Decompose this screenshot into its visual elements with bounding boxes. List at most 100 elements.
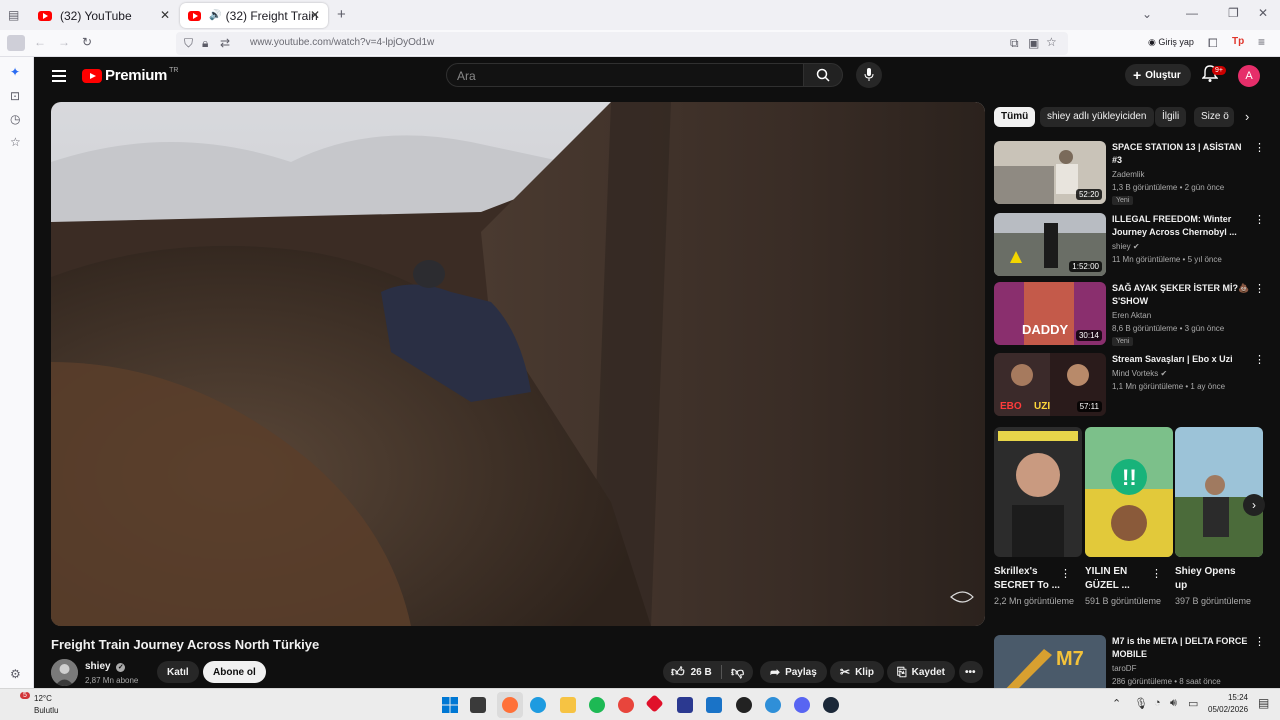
battery-icon[interactable]: ▭ bbox=[1188, 697, 1198, 710]
speaker-tray-icon[interactable]: 🔊︎ bbox=[1170, 697, 1177, 710]
thumbnail[interactable]: EBO UZI 57:11 bbox=[994, 353, 1106, 416]
video-title[interactable]: M7 is the META | DELTA FORCE MOBILE bbox=[1112, 635, 1250, 661]
bookmarks-icon[interactable]: ☆ bbox=[10, 135, 21, 149]
list-item[interactable]: M7 M7 is the META | DELTA FORCE MOBILE t… bbox=[994, 635, 1265, 688]
channel-name[interactable]: shiey bbox=[85, 661, 111, 672]
new-tab-button[interactable]: + bbox=[337, 6, 346, 23]
speaker-icon[interactable]: 🔊 bbox=[209, 10, 221, 21]
close-tab-icon[interactable]: ✕ bbox=[310, 8, 320, 22]
avatar[interactable]: A bbox=[1238, 65, 1260, 87]
windows-start-icon[interactable] bbox=[442, 697, 458, 713]
account-button[interactable]: ◉ Giriş yap bbox=[1148, 37, 1194, 48]
edge-icon[interactable] bbox=[530, 697, 546, 713]
more-vert-icon[interactable]: ⋮ bbox=[1254, 213, 1265, 226]
extensions-icon[interactable]: ⧠ bbox=[1208, 36, 1218, 51]
short-title[interactable]: YILIN EN GÜZEL ... bbox=[1085, 565, 1159, 593]
chip-all[interactable]: Tümü bbox=[994, 107, 1036, 127]
history-icon[interactable]: ◷ bbox=[10, 112, 20, 126]
chevron-right-icon[interactable]: › bbox=[1238, 107, 1256, 127]
chrome-icon[interactable] bbox=[618, 697, 634, 713]
tab-list-icon[interactable]: ▤ bbox=[8, 8, 19, 22]
short-item[interactable]: Skrillex's SECRET To ... 2,2 Mn görüntül… bbox=[994, 427, 1082, 608]
channel-name[interactable]: shiey bbox=[1112, 242, 1131, 251]
thumbnail[interactable]: 1:52:00 bbox=[994, 213, 1106, 276]
bookmark-star-icon[interactable]: ☆ bbox=[1046, 35, 1057, 49]
thumbnail[interactable]: M7 bbox=[994, 635, 1106, 688]
thumbnail[interactable]: DADDY 30:14 bbox=[994, 282, 1106, 345]
hamburger-menu-icon[interactable] bbox=[52, 70, 66, 85]
video-title[interactable]: ILLEGAL FREEDOM: Winter Journey Across C… bbox=[1112, 213, 1250, 239]
subscribe-button[interactable]: Abone ol bbox=[203, 661, 266, 683]
file-explorer-icon[interactable] bbox=[560, 697, 576, 713]
list-item[interactable]: 52:20 SPACE STATION 13 | ASİSTAN #3 Zade… bbox=[994, 141, 1265, 205]
channel-name[interactable]: taroDF bbox=[1112, 664, 1136, 673]
app-red-icon[interactable] bbox=[645, 694, 664, 713]
more-vert-icon[interactable]: ⋮ bbox=[1254, 353, 1265, 366]
shorts-next-button[interactable]: › bbox=[1243, 494, 1265, 516]
minimize-icon[interactable]: — bbox=[1186, 6, 1198, 20]
synced-tabs-icon[interactable]: ⊡ bbox=[10, 89, 20, 103]
wifi-icon[interactable]: ◔ bbox=[1154, 697, 1161, 709]
reload-icon[interactable]: ↻ bbox=[82, 35, 92, 49]
tab-youtube[interactable]: (32) YouTube ✕ bbox=[30, 3, 178, 28]
short-thumbnail[interactable] bbox=[1175, 427, 1263, 557]
app-wave-icon[interactable] bbox=[706, 697, 722, 713]
thumbnail[interactable]: 52:20 bbox=[994, 141, 1106, 204]
forward-icon[interactable]: → bbox=[58, 35, 70, 49]
shield-icon[interactable]: ⛉ bbox=[184, 36, 193, 51]
reader-view-icon[interactable]: ▣ bbox=[1028, 36, 1039, 50]
lock-icon[interactable]: 🔒︎ bbox=[202, 36, 208, 51]
channel-name-row[interactable]: Mind Vorteks ✔ bbox=[1112, 369, 1167, 378]
channel-name[interactable]: Mind Vorteks bbox=[1112, 369, 1158, 378]
steam-icon[interactable] bbox=[823, 697, 839, 713]
short-thumbnail[interactable] bbox=[994, 427, 1082, 557]
short-thumbnail[interactable]: !! bbox=[1085, 427, 1173, 557]
create-button[interactable]: + Oluştur bbox=[1125, 64, 1191, 86]
search-input[interactable]: Ara bbox=[446, 63, 804, 87]
share-button[interactable]: ➦ Paylaş bbox=[760, 661, 827, 683]
app-gear-icon[interactable] bbox=[765, 697, 781, 713]
video-title[interactable]: SAĞ AYAK ŞEKER İSTER Mİ?💩 S'SHOW bbox=[1112, 282, 1250, 308]
task-view-icon[interactable] bbox=[470, 697, 486, 713]
short-item[interactable]: Shiey Opens up 397 B görüntüleme bbox=[1175, 427, 1263, 608]
extension-tp-icon[interactable]: Tp bbox=[1232, 36, 1244, 47]
search-button[interactable] bbox=[803, 63, 843, 87]
chip-from-uploader[interactable]: shiey adlı yükleyiciden bbox=[1040, 107, 1154, 127]
channel-name[interactable]: Eren Aktan bbox=[1112, 311, 1151, 320]
more-vert-icon[interactable]: ⋮ bbox=[1254, 282, 1265, 295]
app-blue-icon[interactable] bbox=[677, 697, 693, 713]
like-button[interactable]: 👍︎ 26 B bbox=[663, 664, 721, 680]
ai-sparkle-icon[interactable]: ✦ bbox=[10, 65, 20, 79]
back-icon[interactable]: ← bbox=[34, 35, 46, 49]
chevron-up-icon[interactable]: ⌃ bbox=[1112, 697, 1121, 710]
close-tab-icon[interactable]: ✕ bbox=[160, 8, 170, 22]
list-item[interactable]: 1:52:00 ILLEGAL FREEDOM: Winter Journey … bbox=[994, 213, 1265, 277]
save-button[interactable]: ⎘ Kaydet bbox=[887, 661, 955, 683]
notification-center-icon[interactable]: ▤ bbox=[1258, 696, 1269, 710]
weather-widget[interactable]: 5 12°C Bulutlu bbox=[6, 692, 76, 718]
app-dark-icon[interactable] bbox=[736, 697, 752, 713]
picture-in-picture-icon[interactable]: ⧉ bbox=[1010, 36, 1019, 51]
discord-icon[interactable] bbox=[794, 697, 810, 713]
url-text[interactable]: www.youtube.com/watch?v=4-lpjOyOd1w bbox=[250, 37, 434, 48]
maximize-icon[interactable]: ❐ bbox=[1228, 6, 1239, 20]
voice-search-button[interactable] bbox=[856, 62, 882, 88]
chip-related[interactable]: İlgili bbox=[1155, 107, 1187, 127]
dislike-button[interactable]: 👎︎ bbox=[722, 664, 744, 680]
join-button[interactable]: Katıl bbox=[157, 661, 199, 683]
chip-for-you[interactable]: Size ö bbox=[1194, 107, 1234, 127]
more-vert-icon[interactable]: ⋮ bbox=[1151, 567, 1162, 580]
clock[interactable]: 15:24 05/02/2026 bbox=[1208, 693, 1248, 714]
close-window-icon[interactable]: ✕ bbox=[1258, 6, 1268, 20]
menu-icon[interactable]: ≡ bbox=[1258, 35, 1265, 49]
short-title[interactable]: Shiey Opens up bbox=[1175, 565, 1249, 593]
channel-name-row[interactable]: shiey ✔ bbox=[1112, 242, 1140, 251]
more-vert-icon[interactable]: ⋮ bbox=[1254, 141, 1265, 154]
video-title[interactable]: SPACE STATION 13 | ASİSTAN #3 bbox=[1112, 141, 1250, 167]
list-item[interactable]: DADDY 30:14 SAĞ AYAK ŞEKER İSTER Mİ?💩 S'… bbox=[994, 282, 1265, 346]
sidebar-toggle-icon[interactable] bbox=[7, 35, 25, 51]
youtube-premium-logo[interactable]: Premium TR bbox=[82, 67, 178, 84]
microphone-tray-icon[interactable]: 🎙︎ bbox=[1134, 697, 1148, 710]
more-vert-icon[interactable]: ⋮ bbox=[1060, 567, 1071, 580]
channel-name[interactable]: Zademlik bbox=[1112, 170, 1144, 179]
